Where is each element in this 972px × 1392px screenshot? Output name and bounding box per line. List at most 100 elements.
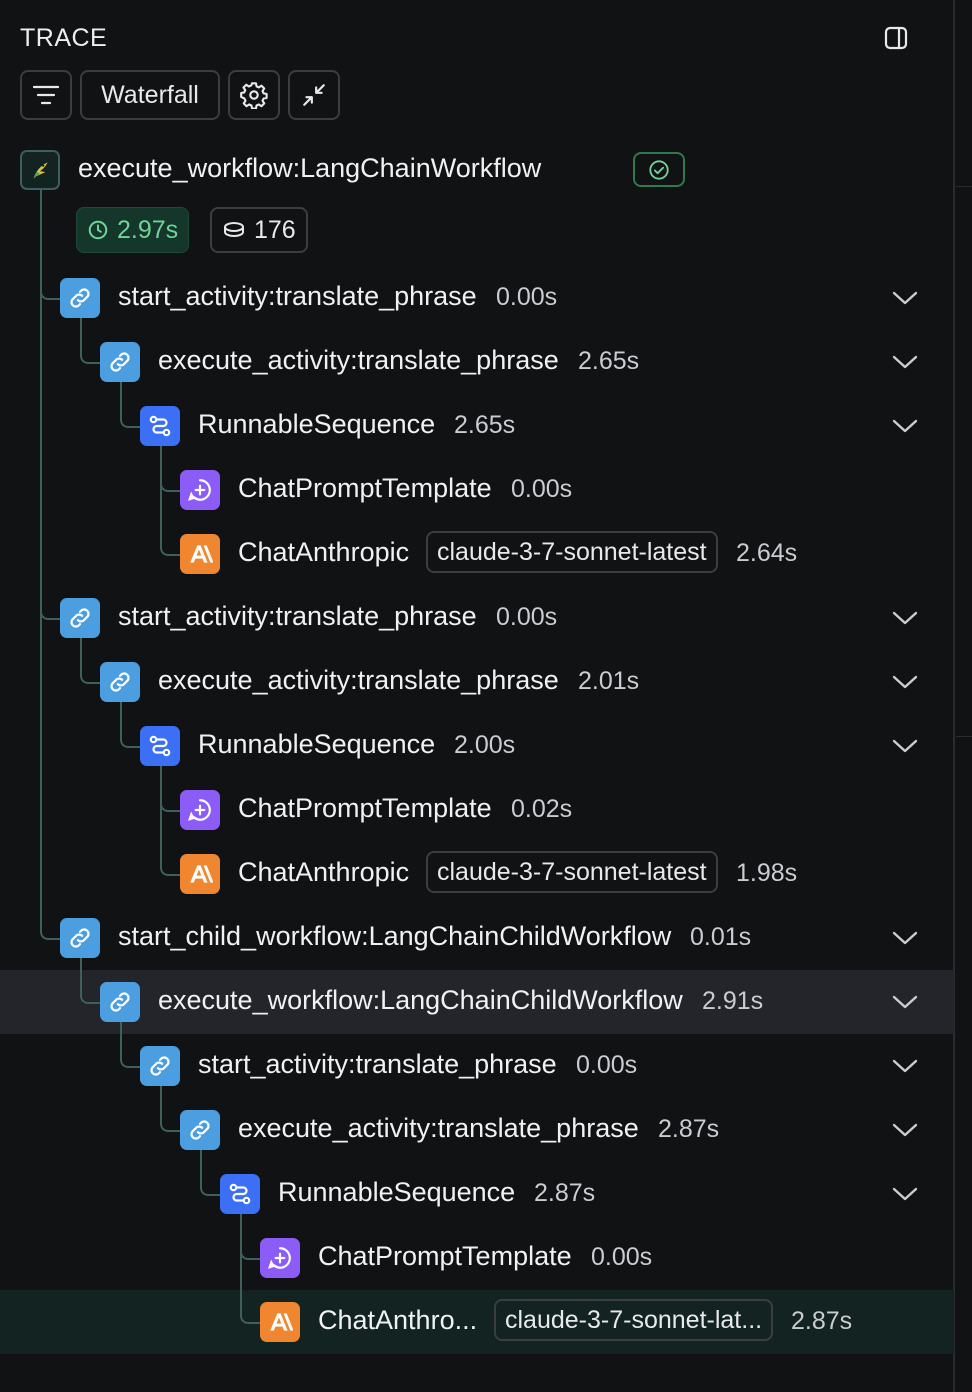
node-name[interactable]: RunnableSequence	[198, 409, 435, 440]
node-name[interactable]: ChatPromptTemplate	[238, 793, 492, 824]
expand-toggle[interactable]	[892, 674, 918, 690]
tree-connector	[160, 766, 182, 876]
expand-toggle[interactable]	[892, 1122, 918, 1138]
expand-toggle[interactable]	[892, 610, 918, 626]
node-name[interactable]: start_activity:translate_phrase	[118, 281, 477, 312]
latency-value: 2.97s	[117, 215, 179, 244]
node-duration: 2.65s	[578, 347, 640, 375]
node-duration: 0.00s	[511, 475, 573, 503]
node-name[interactable]: execute_activity:translate_phrase	[158, 665, 559, 696]
check-circle-icon	[649, 159, 669, 180]
tree-connector	[160, 1086, 182, 1132]
tree-connector	[40, 604, 62, 620]
tree-connector	[240, 1214, 262, 1324]
node-type-icon	[260, 1238, 300, 1278]
node-duration: 2.87s	[534, 1179, 596, 1207]
view-mode-label: Waterfall	[101, 80, 199, 109]
node-duration: 2.87s	[658, 1115, 720, 1143]
node-name[interactable]: execute_activity:translate_phrase	[238, 1113, 639, 1144]
node-duration: 0.00s	[496, 283, 558, 311]
node-name[interactable]: ChatAnthropic	[238, 537, 409, 568]
expand-toggle[interactable]	[892, 738, 918, 754]
filter-icon	[33, 85, 59, 105]
chevron-down-icon	[892, 674, 918, 690]
anthropic-logo-icon	[187, 861, 213, 887]
anthropic-logo-icon	[267, 1309, 293, 1335]
node-duration: 0.00s	[591, 1243, 653, 1271]
edge-divider	[956, 736, 972, 737]
coins-icon	[224, 222, 244, 238]
node-duration: 2.01s	[578, 667, 640, 695]
node-name[interactable]: execute_workflow:LangChainChildWorkflow	[158, 985, 683, 1016]
model-name-tag: claude-3-7-sonnet-latest	[426, 851, 718, 893]
node-duration: 2.87s	[791, 1307, 853, 1335]
link-icon	[107, 669, 133, 695]
node-type-icon	[100, 662, 140, 702]
node-name[interactable]: RunnableSequence	[198, 729, 435, 760]
node-type-icon	[140, 406, 180, 446]
route-icon	[227, 1181, 253, 1207]
node-type-icon	[180, 1110, 220, 1150]
node-name[interactable]: ChatPromptTemplate	[238, 473, 492, 504]
tree-connector	[40, 284, 62, 300]
expand-toggle[interactable]	[892, 1186, 918, 1202]
tree-connector	[120, 702, 142, 748]
message-plus-icon	[187, 797, 213, 823]
root-node-name[interactable]: execute_workflow:LangChainWorkflow	[78, 153, 541, 184]
anthropic-logo-icon	[187, 541, 213, 567]
tree-connector	[160, 446, 182, 556]
gear-icon	[240, 82, 268, 109]
latency-badge: 2.97s	[76, 207, 190, 253]
link-icon	[107, 989, 133, 1015]
node-type-icon	[180, 470, 220, 510]
node-duration: 1.98s	[736, 859, 798, 887]
tree-connector	[80, 638, 102, 684]
node-type-icon	[60, 278, 100, 318]
message-plus-icon	[267, 1245, 293, 1271]
expand-toggle[interactable]	[892, 930, 918, 946]
collapse-button[interactable]	[288, 70, 340, 120]
expand-toggle[interactable]	[892, 994, 918, 1010]
settings-button[interactable]	[228, 70, 280, 120]
node-name[interactable]: start_activity:translate_phrase	[118, 601, 477, 632]
expand-toggle[interactable]	[892, 1058, 918, 1074]
expand-toggle[interactable]	[892, 418, 918, 434]
filter-button[interactable]	[20, 70, 72, 120]
node-name[interactable]: ChatAnthro...	[318, 1305, 477, 1336]
panel-divider	[953, 0, 955, 1392]
link-icon	[67, 605, 93, 631]
expand-toggle[interactable]	[892, 290, 918, 306]
link-icon	[67, 285, 93, 311]
node-duration: 0.01s	[690, 923, 752, 951]
panel-title: TRACE	[20, 24, 108, 52]
tree-connector	[120, 382, 142, 428]
node-duration: 0.02s	[511, 795, 573, 823]
view-mode-button[interactable]: Waterfall	[80, 70, 220, 120]
status-badge	[633, 152, 685, 187]
link-icon	[67, 925, 93, 951]
node-duration: 2.91s	[702, 987, 764, 1015]
node-type-icon	[140, 726, 180, 766]
chevron-down-icon	[892, 354, 918, 370]
sidebar-panel-icon	[884, 26, 908, 50]
node-duration: 0.00s	[496, 603, 558, 631]
expand-toggle[interactable]	[892, 354, 918, 370]
chevron-down-icon	[892, 1122, 918, 1138]
chevron-down-icon	[892, 994, 918, 1010]
link-icon	[107, 349, 133, 375]
node-name[interactable]: ChatPromptTemplate	[318, 1241, 572, 1272]
root-node-icon	[20, 150, 60, 190]
chevron-down-icon	[892, 418, 918, 434]
node-name[interactable]: start_activity:translate_phrase	[198, 1049, 557, 1080]
toggle-panel-button[interactable]	[884, 26, 908, 50]
chevron-down-icon	[892, 290, 918, 306]
node-name[interactable]: ChatAnthropic	[238, 857, 409, 888]
node-name[interactable]: RunnableSequence	[278, 1177, 515, 1208]
node-type-icon	[60, 598, 100, 638]
node-name[interactable]: start_child_workflow:LangChainChildWorkf…	[118, 921, 671, 952]
node-duration: 2.00s	[454, 731, 516, 759]
link-icon	[147, 1053, 173, 1079]
model-name-tag: claude-3-7-sonnet-latest	[426, 531, 718, 573]
chevron-down-icon	[892, 610, 918, 626]
node-name[interactable]: execute_activity:translate_phrase	[158, 345, 559, 376]
